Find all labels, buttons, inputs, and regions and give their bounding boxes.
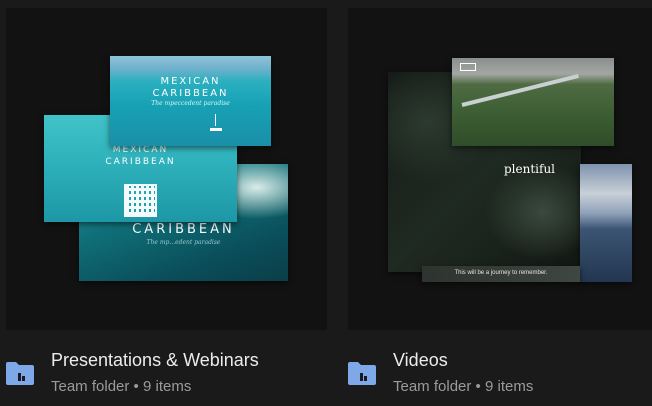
meta-separator: • <box>475 378 481 395</box>
folder-card-presentations[interactable]: CARIBBEAN The mp...edent paradise MEXICA… <box>0 0 332 406</box>
folder-meta: Team folder • 9 items <box>51 378 191 395</box>
boat-icon <box>210 114 222 131</box>
video-caption: This will be a journey to remember. <box>454 270 548 276</box>
folder-card-videos[interactable]: plentiful This will be a journey to reme… <box>342 0 652 406</box>
folder-title[interactable]: Presentations & Webinars <box>51 350 259 371</box>
meta-separator: • <box>133 378 139 395</box>
folder-item-count: 9 items <box>142 378 192 395</box>
team-folder-icon[interactable] <box>5 361 35 386</box>
video-preview: This will be a journey to remember. <box>422 266 580 282</box>
slide-title: MEXICAN <box>160 76 221 87</box>
slide-title: MEXICAN <box>112 145 169 155</box>
slide-title: CARIBBEAN <box>132 222 235 237</box>
video-preview <box>452 58 614 146</box>
train-track <box>461 74 579 107</box>
folder-type-label: Team folder <box>393 378 472 395</box>
folder-thumbnail[interactable]: CARIBBEAN The mp...edent paradise MEXICA… <box>6 8 327 330</box>
slide-subtitle: The mp...edent paradise <box>146 239 221 246</box>
team-folder-icon[interactable] <box>347 361 377 386</box>
slide-title: CARIBBEAN <box>152 88 229 99</box>
folder-type-label: Team folder <box>51 378 130 395</box>
video-overlay-text: plentiful <box>504 162 556 176</box>
folder-title[interactable]: Videos <box>393 350 448 371</box>
logo-badge <box>460 63 476 71</box>
slide-preview: MEXICAN CARIBBEAN The mpeccedent paradis… <box>110 56 271 146</box>
folder-thumbnail[interactable]: plentiful This will be a journey to reme… <box>348 8 652 330</box>
folder-item-count: 9 items <box>484 378 534 395</box>
folder-meta: Team folder • 9 items <box>393 378 533 395</box>
slide-title: CARIBBEAN <box>105 157 176 167</box>
qr-code-icon <box>124 184 157 217</box>
slide-subtitle: The mpeccedent paradise <box>151 100 230 107</box>
video-preview <box>580 164 632 282</box>
